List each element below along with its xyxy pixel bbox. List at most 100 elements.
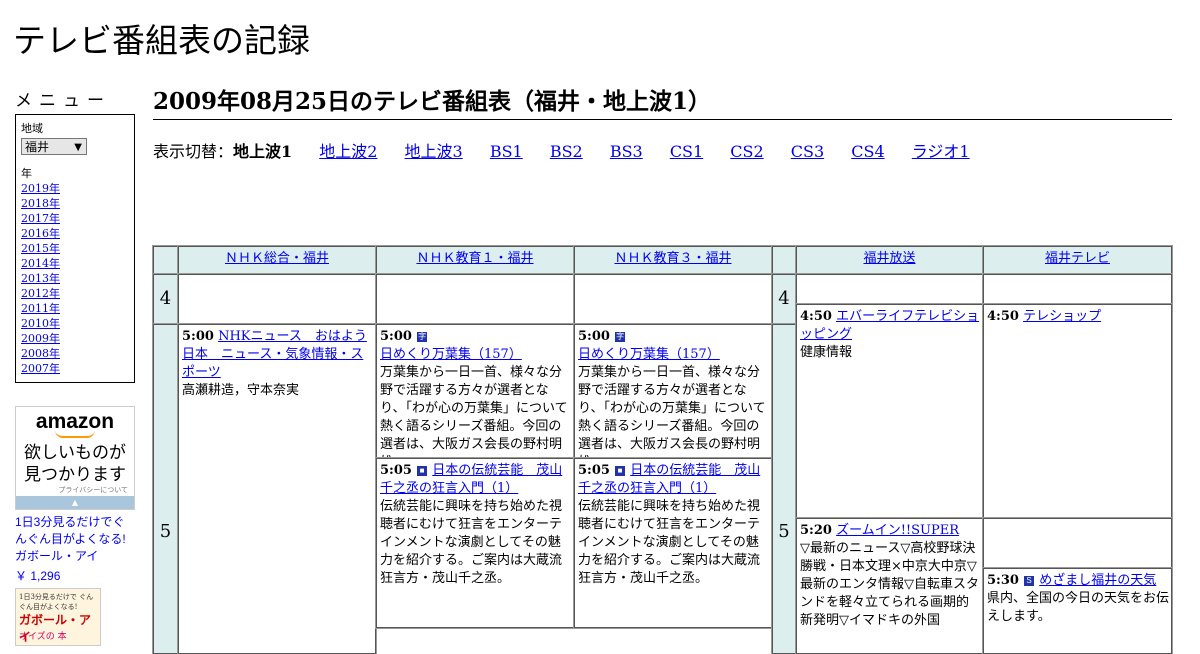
ad-product-image[interactable]: 1日3分見るだけで ぐんぐん目がよくなる! ガボール・アイ オイズの 本 (15, 588, 101, 646)
program-title-link[interactable]: 日めくり万葉集（157） (380, 347, 522, 362)
program-time: 5:00 (578, 329, 610, 344)
menu-box: 地域 福井 ▼ 年 2019年 2018年 2017年 2016年 2015年 … (15, 114, 135, 383)
program-desc: 健康情報 (800, 345, 853, 360)
year-link-2016[interactable]: 2016年 (21, 226, 129, 241)
display-switcher: 表示切替：地上波1 地上波2 地上波3 BS1 BS2 BS3 CS1 CS2 … (153, 138, 1172, 162)
ad-privacy-link[interactable]: プライバシーについて (58, 485, 128, 495)
hour-label-4-right: 4 (771, 273, 797, 325)
program-desc: 伝統芸能に興味を持ち始めた視聴者にむけて狂言をエンターテインメントな演劇としてそ… (578, 499, 761, 586)
switch-link-bs2[interactable]: BS2 (550, 142, 583, 161)
year-link-2007[interactable]: 2007年 (21, 361, 129, 376)
year-link-2011[interactable]: 2011年 (21, 301, 129, 316)
grid-corner-left (152, 245, 179, 275)
empty-slot (573, 273, 773, 325)
channel-link-nhk-e1[interactable]: ＮＨＫ教育１・福井 (416, 251, 533, 266)
switch-link-radio1[interactable]: ラジオ1 (912, 142, 970, 161)
empty-slot (982, 517, 1173, 569)
program-nhk-e1-505: 5:05 ■ 日本の伝統芸能 茂山千之丞の狂言入門（1） 伝統芸能に興味を持ち始… (375, 457, 575, 629)
empty-slot (982, 273, 1173, 305)
switch-link-cs3[interactable]: CS3 (791, 142, 824, 161)
channel-link-nhk-g[interactable]: ＮＨＫ総合・福井 (225, 251, 329, 266)
ad-banner[interactable]: amazon 欲しいものが 見つかります プライバシーについて ▲ (15, 406, 135, 510)
year-list: 2019年 2018年 2017年 2016年 2015年 2014年 2013… (21, 181, 129, 376)
program-desc: 万葉集から一日一首、様々な分野で活躍する方々が選者となり、「わが心の万葉集」につ… (578, 365, 766, 457)
program-fbc-520: 5:20 ズームイン!!SUPER ▽最新のニュース▽高校野球決勝戦・日本文理×… (795, 517, 984, 654)
year-link-2019[interactable]: 2019年 (21, 181, 129, 196)
program-ftb-530: 5:30 S めざまし福井の天気 県内、全国の今日の天気をお伝えします。 (982, 567, 1173, 654)
switch-link-chijoha3[interactable]: 地上波3 (405, 142, 463, 161)
program-desc: 伝統芸能に興味を持ち始めた視聴者にむけて狂言をエンターテインメントな演劇としてそ… (380, 499, 563, 586)
channel-header-nhk-e1: ＮＨＫ教育１・福井 (375, 245, 575, 275)
program-fbc-450: 4:50 エバーライフテレビショッピング 健康情報 (795, 303, 984, 519)
switch-link-bs1[interactable]: BS1 (490, 142, 523, 161)
program-nhk-e3-500: 5:00 字 日めくり万葉集（157） 万葉集から一日一首、様々な分野で活躍する… (573, 323, 773, 459)
program-ftb-450: 4:50 テレショップ (982, 303, 1173, 519)
site-title: テレビ番組表の記録 (13, 21, 310, 60)
year-link-2013[interactable]: 2013年 (21, 271, 129, 286)
region-select-value: 福井 (25, 140, 50, 154)
program-nhk-g-500: 5:00 NHKニュース おはよう日本 ニュース・気象情報・スポーツ 高瀬耕造，… (177, 323, 377, 654)
year-link-2018[interactable]: 2018年 (21, 196, 129, 211)
ad-product-link[interactable]: 1日3分見るだけでぐんぐん目がよくなる! ガボール・アイ (15, 514, 135, 565)
channel-header-nhk-e3: ＮＨＫ教育３・福井 (573, 245, 773, 275)
switch-link-cs1[interactable]: CS1 (670, 142, 703, 161)
year-link-2014[interactable]: 2014年 (21, 256, 129, 271)
program-time: 5:00 (182, 329, 214, 344)
switcher-current: 地上波1 (233, 142, 293, 161)
hour-label-5: 5 (152, 323, 179, 654)
year-label: 年 (21, 167, 32, 180)
program-title-link[interactable]: ズームイン!!SUPER (836, 523, 959, 538)
program-desc: 県内、全国の今日の天気をお伝えします。 (987, 591, 1170, 624)
program-time: 5:20 (800, 523, 832, 538)
program-title-link[interactable]: 日めくり万葉集（157） (578, 347, 720, 362)
program-time: 4:50 (800, 309, 832, 324)
channel-link-fbc[interactable]: 福井放送 (863, 251, 915, 266)
switch-link-chijoha2[interactable]: 地上波2 (319, 142, 377, 161)
program-grid: ＮＨＫ総合・福井 ＮＨＫ教育１・福井 ＮＨＫ教育３・福井 福井放送 福井テレビ … (152, 245, 1173, 654)
ad-expand-bar[interactable]: ▲ (16, 496, 134, 509)
year-link-2008[interactable]: 2008年 (21, 346, 129, 361)
grid-corner-mid (771, 245, 797, 275)
dropdown-arrow-icon: ▼ (74, 142, 82, 153)
ad-catchphrase: 欲しいものが 見つかります (16, 442, 134, 486)
program-nhk-e3-505: 5:05 ■ 日本の伝統芸能 茂山千之丞の狂言入門（1） 伝統芸能に興味を持ち始… (573, 457, 773, 629)
amazon-ad[interactable]: amazon 欲しいものが 見つかります プライバシーについて ▲ 1日3分見る… (15, 406, 135, 646)
page-title: 2009年08月25日のテレビ番組表（福井・地上波1） (153, 82, 1172, 120)
data-broadcast-icon: ■ (417, 465, 428, 476)
hour-label-5-right: 5 (771, 323, 797, 654)
region-select[interactable]: 福井 ▼ (21, 138, 87, 155)
ad-thumb-sub: オイズの 本 (19, 632, 67, 642)
channel-header-nhk-g: ＮＨＫ総合・福井 (177, 245, 377, 275)
switch-link-cs4[interactable]: CS4 (851, 142, 884, 161)
program-title-link[interactable]: めざまし福井の天気 (1039, 573, 1156, 588)
year-link-2009[interactable]: 2009年 (21, 331, 129, 346)
data-broadcast-icon: ■ (615, 465, 626, 476)
hour-label-4: 4 (152, 273, 179, 325)
empty-slot (375, 273, 575, 325)
channel-link-ftb[interactable]: 福井テレビ (1045, 251, 1110, 266)
stereo-icon: S (1024, 575, 1035, 586)
channel-link-nhk-e3[interactable]: ＮＨＫ教育３・福井 (614, 251, 731, 266)
channel-header-fbc: 福井放送 (795, 245, 984, 275)
program-title-link[interactable]: テレショップ (1023, 309, 1101, 324)
sidebar: メニュー 地域 福井 ▼ 年 2019年 2018年 2017年 2016年 2… (15, 86, 135, 383)
year-link-2015[interactable]: 2015年 (21, 241, 129, 256)
switch-link-bs3[interactable]: BS3 (610, 142, 643, 161)
program-time: 5:05 (578, 463, 610, 478)
menu-label: メニュー (15, 91, 111, 111)
amazon-logo: amazon (35, 410, 115, 433)
empty-slot (795, 273, 984, 305)
ad-price: ￥ 1,296 (15, 569, 61, 583)
ad-thumb-text: 1日3分見るだけで ぐんぐん目がよくなる! (19, 593, 94, 611)
year-link-2017[interactable]: 2017年 (21, 211, 129, 226)
program-time: 4:50 (987, 309, 1019, 324)
year-link-2010[interactable]: 2010年 (21, 316, 129, 331)
subtitle-icon: 字 (615, 331, 626, 342)
year-link-2012[interactable]: 2012年 (21, 286, 129, 301)
subtitle-icon: 字 (417, 331, 428, 342)
region-label: 地域 (21, 122, 43, 135)
switch-link-cs2[interactable]: CS2 (730, 142, 763, 161)
empty-slot (177, 273, 377, 325)
ad-catch-line2: 見つかります (24, 465, 126, 484)
program-desc: ▽最新のニュース▽高校野球決勝戦・日本文理×中京大中京▽最新のエンタ情報▽自転車… (800, 541, 979, 628)
